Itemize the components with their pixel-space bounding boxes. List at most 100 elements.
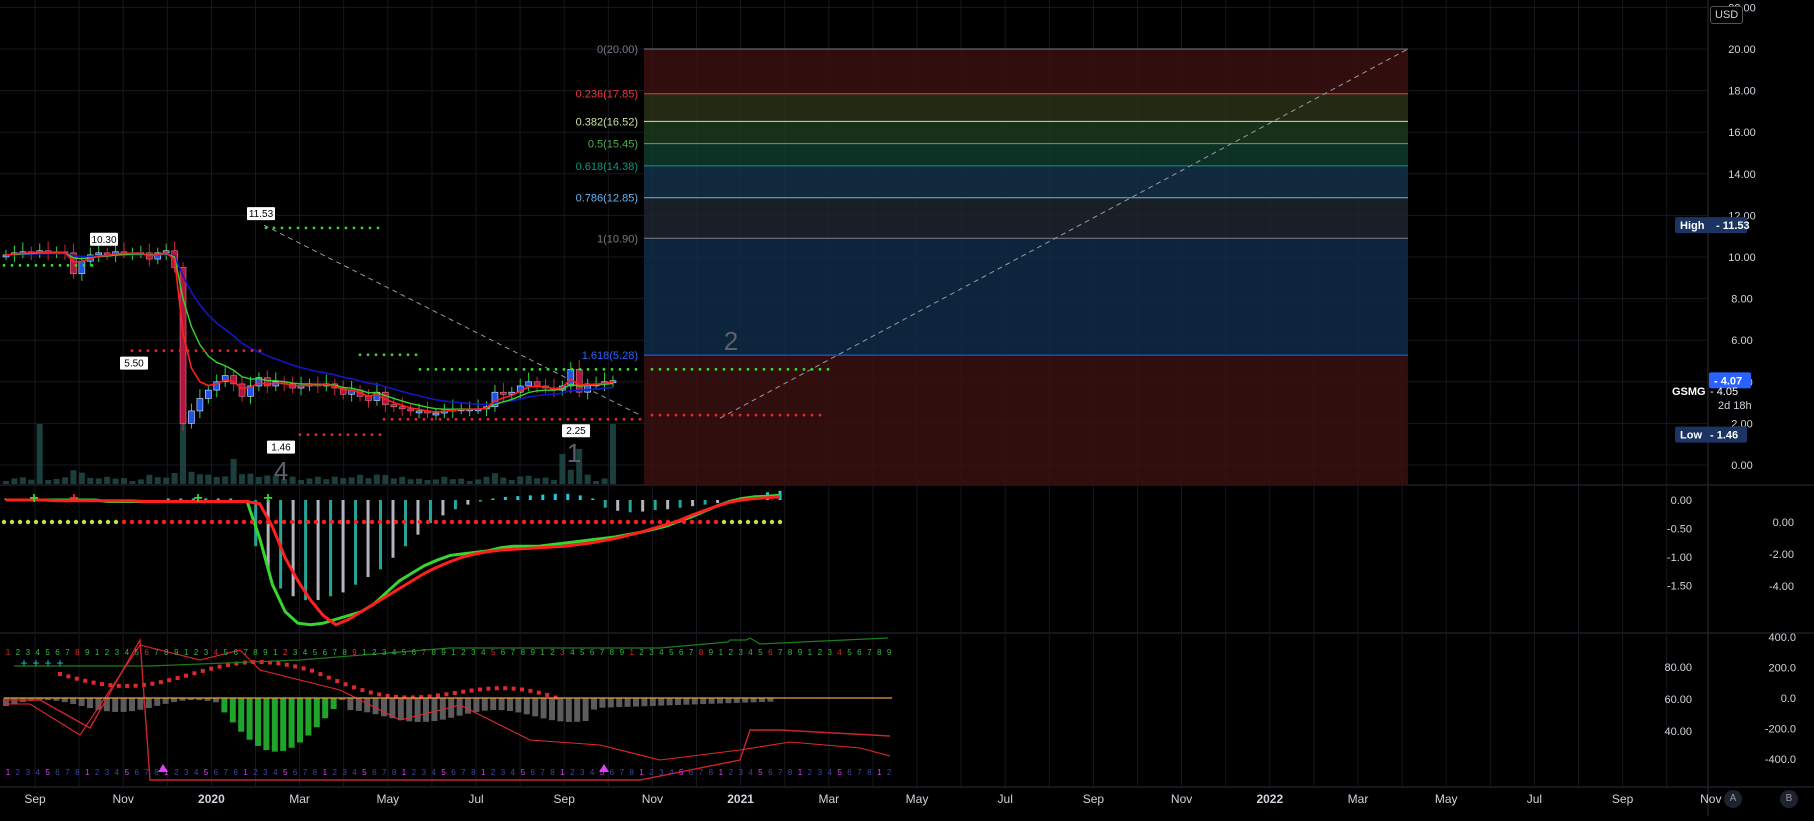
volume-bar (222, 476, 229, 484)
oscillator-2-marker (276, 661, 281, 666)
volume-bar (559, 454, 566, 484)
support-dots (378, 433, 382, 437)
resistance-dots (690, 367, 694, 371)
resistance-dots (586, 367, 590, 371)
oscillator-dot (761, 519, 767, 525)
volume-bar (357, 474, 364, 484)
oscillator-dot (265, 519, 271, 525)
resistance-dots (414, 353, 418, 357)
oscillator-dot (721, 519, 727, 525)
oscillator-histogram-bar (441, 500, 445, 516)
oscillator-2-marker (310, 668, 314, 673)
oscillator-dot (217, 519, 223, 525)
oscillator-dot (281, 519, 287, 525)
oscillator-2-bar (137, 698, 144, 710)
sequence-digit: 1 (273, 648, 278, 657)
resistance-dots (554, 367, 558, 371)
sequence-digit: 5 (847, 648, 852, 657)
oscillator-dot (105, 519, 111, 525)
oscillator-dot (57, 519, 63, 525)
oscillator-histogram-bar (453, 500, 457, 510)
oscillator-2-bar (717, 698, 723, 704)
oscillator-2-marker (192, 671, 197, 676)
oscillator-2-bar (70, 698, 77, 704)
candle (95, 252, 103, 256)
volume-bar (416, 478, 423, 484)
support-dots (90, 263, 94, 267)
volume-bar (154, 477, 161, 484)
support-dots (26, 263, 30, 267)
oscillator-2-bar (271, 698, 278, 752)
sequence-digit: 4 (35, 768, 40, 777)
oscillator-2-bar (305, 698, 312, 736)
resistance-dots (602, 367, 606, 371)
plus-marker: + (20, 656, 27, 670)
sequence-digit: 7 (511, 648, 516, 657)
volume-bar (593, 481, 600, 484)
oscillator-histogram-bar (304, 500, 308, 601)
support-dots (390, 417, 394, 421)
oscillator-2-bar (574, 698, 581, 722)
volume-bar (306, 478, 313, 484)
sequence-digit: 7 (540, 768, 545, 777)
oscillator-dot (361, 519, 367, 525)
oscillator-2-bar (666, 698, 673, 706)
oscillator-histogram-bar (428, 500, 432, 524)
chart-stage[interactable]: 0(20.00) 0.236(17.85) 0.382(16.52) 0.5(15.4… (0, 0, 1814, 816)
resistance-dots (682, 367, 686, 371)
y-tick-label: 0.00 (1731, 460, 1752, 472)
oscillator-2-marker (360, 688, 365, 693)
oscillator-2-marker (209, 666, 214, 671)
sequence-digit: 5 (45, 768, 50, 777)
sequence-digit: 1 (719, 648, 724, 657)
volume-bar (28, 479, 35, 484)
sequence-digit: 3 (649, 648, 654, 657)
oscillator-2-marker (150, 681, 155, 686)
oscillator-2-bar (3, 698, 9, 706)
auto-scale-button[interactable]: A (1724, 790, 1742, 808)
log-scale-button[interactable]: B (1780, 790, 1798, 808)
chart-canvas[interactable]: 0(20.00) 0.236(17.85) 0.382(16.52) 0.5(15.4… (0, 0, 1814, 816)
sequence-digit: 1 (85, 768, 90, 777)
volume-bar (213, 477, 220, 484)
sequence-digit: 4 (125, 648, 130, 657)
support-dots (346, 433, 350, 437)
resistance-dots (450, 367, 454, 371)
oscillator-2-bar (490, 698, 497, 711)
resistance-dots (498, 367, 502, 371)
oscillator-dot (569, 519, 575, 525)
sequence-digit: 8 (709, 768, 714, 777)
sequence-digit: 9 (352, 648, 357, 657)
oscillator-histogram-bar (229, 498, 233, 500)
sequence-digit: 6 (233, 648, 238, 657)
oscillator-dot (113, 519, 119, 525)
resistance-dots (618, 367, 622, 371)
oscillator-2-marker (293, 664, 298, 669)
support-dots (722, 413, 726, 417)
oscillator-2-bar (238, 698, 245, 732)
sequence-digit: 4 (669, 768, 674, 777)
sequence-digit: 7 (600, 648, 605, 657)
fib-level-label: 0.382(16.52) (576, 116, 638, 128)
volume-bar (11, 478, 18, 484)
sequence-digit: 8 (431, 648, 436, 657)
support-dots (354, 433, 358, 437)
sequence-digit: 8 (610, 648, 615, 657)
oscillator-dot (1, 519, 7, 525)
oscillator-dot (201, 519, 207, 525)
oscillator-dot (657, 519, 663, 525)
support-dots (194, 349, 198, 352)
sequence-digit: 3 (382, 648, 387, 657)
sequence-digit: 7 (461, 768, 466, 777)
oscillator-2-bar (540, 698, 547, 719)
currency-badge[interactable]: USD (1710, 6, 1744, 24)
oscillator-y-tick: -2.00 (1769, 549, 1794, 561)
price-annotation: 10.30 (90, 232, 118, 246)
x-tick-label: Sep (1612, 792, 1634, 806)
resistance-dots (466, 367, 470, 371)
sequence-digit: 6 (372, 768, 377, 777)
sequence-digit: 3 (471, 648, 476, 657)
sequence-digit: 4 (570, 648, 575, 657)
wave-label: 4 (274, 456, 288, 486)
support-dots (794, 413, 798, 417)
